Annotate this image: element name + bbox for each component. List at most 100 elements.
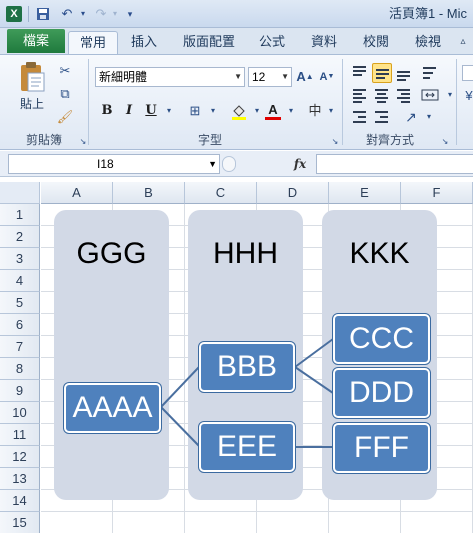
excel-app-icon[interactable]: X <box>6 6 22 22</box>
bold-button[interactable]: B <box>98 101 116 121</box>
row-header[interactable]: 1 <box>0 204 40 226</box>
number-format-icon[interactable]: ¥ <box>460 87 473 105</box>
chevron-down-icon[interactable]: ▼ <box>208 155 217 173</box>
column-header-a[interactable]: A <box>41 182 113 204</box>
column-header-b[interactable]: B <box>113 182 185 204</box>
tab-page-layout[interactable]: 版面配置 <box>176 31 242 54</box>
column-header-f[interactable]: F <box>401 182 473 204</box>
align-top-icon[interactable] <box>350 63 370 83</box>
underline-dropdown-icon[interactable]: ▾ <box>160 102 178 120</box>
copy-icon[interactable]: ⧉ <box>56 85 74 103</box>
italic-button[interactable]: I <box>120 101 138 121</box>
column-header-c[interactable]: C <box>185 182 257 204</box>
name-box-value: I18 <box>97 157 114 171</box>
font-group-label: 字型 <box>197 133 222 147</box>
fill-color-icon[interactable] <box>230 102 248 120</box>
row-header[interactable]: 12 <box>0 446 40 468</box>
row-header[interactable]: 3 <box>0 248 40 270</box>
align-center-icon[interactable] <box>372 85 392 105</box>
formula-bar: I18 ▼ fx <box>0 151 473 177</box>
column-header-e[interactable]: E <box>329 182 401 204</box>
smartart-column-title[interactable]: HHH <box>188 234 303 274</box>
number-format-select[interactable] <box>462 65 473 81</box>
chevron-down-icon: ▼ <box>281 72 289 81</box>
ribbon-help-icon[interactable]: ▵ <box>454 31 472 54</box>
name-box-resize-handle[interactable] <box>222 156 236 172</box>
align-right-icon[interactable] <box>394 85 414 105</box>
decrease-indent-icon[interactable] <box>350 107 370 127</box>
row-header[interactable]: 6 <box>0 314 40 336</box>
font-color-bar <box>265 117 281 120</box>
formula-input[interactable] <box>316 154 473 174</box>
row-header[interactable]: 11 <box>0 424 40 446</box>
row-header[interactable]: 5 <box>0 292 40 314</box>
row-header[interactable]: 2 <box>0 226 40 248</box>
excel-window: X ↶ ▾ ↷ ▾ ▾ 活頁簿1 - Mic 檔案 常用 插入 版面配置 公式 … <box>0 0 473 533</box>
row-header[interactable]: 9 <box>0 380 40 402</box>
row-header[interactable]: 14 <box>0 490 40 512</box>
font-color-dropdown-icon[interactable]: ▾ <box>282 102 300 120</box>
format-painter-icon[interactable]: 🖌 <box>56 108 74 126</box>
align-left-icon[interactable] <box>350 85 370 105</box>
smartart-node-ddd[interactable]: DDD <box>333 368 430 418</box>
tab-insert[interactable]: 插入 <box>122 31 166 54</box>
smartart-column-title[interactable]: GGG <box>54 234 169 274</box>
font-name-select[interactable]: 新細明體 ▼ <box>95 67 245 87</box>
row-header[interactable]: 15 <box>0 512 40 533</box>
orientation-icon[interactable]: ↗ <box>402 108 420 126</box>
tab-view[interactable]: 檢視 <box>406 31 450 54</box>
border-icon[interactable]: ⊞ <box>186 102 204 120</box>
ribbon: 貼上 ✂ ⧉ 🖌 剪貼簿 ↘ 新細明體 ▼ 12 ▼ A▲ A▼ B I U ▾ ⊞… <box>0 54 473 150</box>
row-header[interactable]: 7 <box>0 336 40 358</box>
paste-button-label[interactable]: 貼上 <box>10 96 54 112</box>
align-middle-icon[interactable] <box>372 63 392 83</box>
column-header-d[interactable]: D <box>257 182 329 204</box>
grow-font-icon[interactable]: A▲ <box>296 68 314 86</box>
font-name-value: 新細明體 <box>99 70 148 84</box>
tab-data[interactable]: 資料 <box>302 31 346 54</box>
border-dropdown-icon[interactable]: ▾ <box>204 102 222 120</box>
group-separator <box>88 59 89 145</box>
undo-dropdown-icon[interactable]: ▾ <box>78 5 88 23</box>
clipboard-launcher-icon[interactable]: ↘ <box>74 133 92 151</box>
font-size-select[interactable]: 12 ▼ <box>248 67 292 87</box>
customize-toolbar-icon[interactable]: ▾ <box>124 5 136 23</box>
tab-file[interactable]: 檔案 <box>7 29 65 53</box>
alignment-launcher-icon[interactable]: ↘ <box>436 133 454 151</box>
underline-button[interactable]: U <box>142 101 160 121</box>
tab-review[interactable]: 校閱 <box>354 31 398 54</box>
smartart-node-ccc[interactable]: CCC <box>333 314 430 364</box>
smartart-node-eee[interactable]: EEE <box>199 422 295 472</box>
increase-indent-icon[interactable] <box>372 107 392 127</box>
row-header[interactable]: 4 <box>0 270 40 292</box>
name-box[interactable]: I18 ▼ <box>8 154 220 174</box>
smartart-node-fff[interactable]: FFF <box>333 423 430 473</box>
smartart-node-bbb[interactable]: BBB <box>199 342 295 392</box>
clipboard-group-label: 剪貼簿 <box>25 133 62 147</box>
orientation-dropdown-icon[interactable]: ▾ <box>420 108 438 126</box>
undo-icon[interactable]: ↶ <box>56 5 78 23</box>
insert-function-button[interactable]: fx <box>288 154 312 174</box>
redo-icon[interactable]: ↷ <box>90 5 112 23</box>
save-icon[interactable] <box>34 5 52 23</box>
cut-icon[interactable]: ✂ <box>56 62 74 80</box>
smartart-column-title[interactable]: KKK <box>322 234 437 274</box>
align-bottom-icon[interactable] <box>394 63 414 83</box>
paste-icon[interactable] <box>18 61 46 93</box>
shrink-font-icon[interactable]: A▼ <box>318 68 336 86</box>
smartart-node-aaaa[interactable]: AAAA <box>64 383 161 433</box>
row-header[interactable]: 8 <box>0 358 40 380</box>
redo-dropdown-icon[interactable]: ▾ <box>110 5 120 23</box>
select-all-corner[interactable] <box>0 182 40 204</box>
group-separator <box>456 59 457 145</box>
phonetic-dropdown-icon[interactable]: ▾ <box>322 102 340 120</box>
window-title: 活頁簿1 - Mic <box>388 6 467 21</box>
row-header[interactable]: 13 <box>0 468 40 490</box>
alignment-group-label: 對齊方式 <box>365 133 414 147</box>
tab-formulas[interactable]: 公式 <box>250 31 294 54</box>
row-header[interactable]: 10 <box>0 402 40 424</box>
tab-home[interactable]: 常用 <box>68 31 118 54</box>
chevron-down-icon: ▼ <box>234 72 242 81</box>
merge-center-icon[interactable] <box>420 85 440 105</box>
wrap-text-icon[interactable] <box>420 63 440 83</box>
